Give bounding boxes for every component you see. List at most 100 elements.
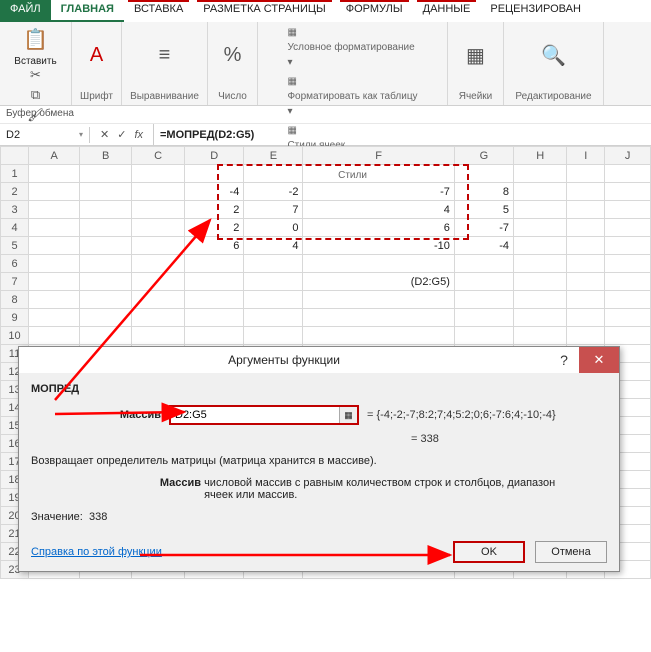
cell[interactable] <box>514 291 567 309</box>
col-header[interactable]: A <box>29 147 80 165</box>
cell[interactable] <box>80 183 131 201</box>
cell[interactable]: 7 <box>244 201 303 219</box>
cell[interactable] <box>131 273 184 291</box>
tab-insert[interactable]: ВСТАВКА <box>124 0 193 22</box>
cell[interactable] <box>131 327 184 345</box>
cell[interactable] <box>131 219 184 237</box>
cell[interactable] <box>244 309 303 327</box>
cell[interactable] <box>567 165 605 183</box>
cell[interactable]: -2 <box>244 183 303 201</box>
font-group[interactable]: A <box>83 25 111 89</box>
cell[interactable] <box>244 165 303 183</box>
cell[interactable] <box>80 201 131 219</box>
cell[interactable] <box>185 273 244 291</box>
cell[interactable] <box>131 201 184 219</box>
col-header[interactable]: H <box>514 147 567 165</box>
cell[interactable] <box>303 327 454 345</box>
tab-home[interactable]: ГЛАВНАЯ <box>51 0 124 22</box>
tab-file[interactable]: ФАЙЛ <box>0 0 51 22</box>
col-header[interactable]: I <box>567 147 605 165</box>
cell[interactable] <box>567 309 605 327</box>
cell[interactable] <box>454 291 513 309</box>
cell[interactable] <box>303 165 454 183</box>
range-picker-icon[interactable]: ▦ <box>339 407 357 423</box>
cell[interactable] <box>605 237 651 255</box>
tab-data[interactable]: ДАННЫЕ <box>413 0 481 22</box>
row-header[interactable]: 9 <box>1 309 29 327</box>
cell[interactable] <box>131 237 184 255</box>
cell[interactable] <box>514 327 567 345</box>
cell[interactable] <box>80 291 131 309</box>
tab-formulas[interactable]: ФОРМУЛЫ <box>336 0 413 22</box>
col-header[interactable]: G <box>454 147 513 165</box>
cell[interactable]: (D2:G5) <box>303 273 454 291</box>
enter-formula-icon[interactable]: ✓ <box>117 128 126 141</box>
cell[interactable] <box>80 237 131 255</box>
cell[interactable] <box>454 165 513 183</box>
cell[interactable]: 2 <box>185 219 244 237</box>
cell[interactable] <box>29 255 80 273</box>
cell[interactable] <box>567 291 605 309</box>
cell[interactable] <box>567 237 605 255</box>
dialog-titlebar[interactable]: Аргументы функции ? ✕ <box>19 347 619 373</box>
cell[interactable] <box>244 327 303 345</box>
cell[interactable] <box>29 309 80 327</box>
cell[interactable] <box>80 165 131 183</box>
row-header[interactable]: 8 <box>1 291 29 309</box>
cell[interactable] <box>185 165 244 183</box>
copy-icon[interactable]: ⧉ <box>31 87 40 103</box>
help-icon[interactable]: ? <box>549 352 579 368</box>
cell[interactable] <box>29 219 80 237</box>
cell[interactable] <box>29 327 80 345</box>
col-header[interactable]: B <box>80 147 131 165</box>
cell[interactable] <box>131 291 184 309</box>
cell[interactable] <box>244 273 303 291</box>
cell[interactable] <box>185 291 244 309</box>
cell[interactable] <box>80 219 131 237</box>
cell[interactable] <box>514 309 567 327</box>
editing-group[interactable]: 🔍 <box>540 25 568 89</box>
cell[interactable] <box>605 201 651 219</box>
col-header[interactable]: E <box>244 147 303 165</box>
cell[interactable] <box>29 291 80 309</box>
row-header[interactable]: 4 <box>1 219 29 237</box>
cell[interactable]: 4 <box>244 237 303 255</box>
cell[interactable] <box>29 273 80 291</box>
conditional-formatting[interactable]: ▦ Условное форматирование ▾ <box>287 25 414 70</box>
cell[interactable]: 8 <box>454 183 513 201</box>
cell[interactable] <box>567 273 605 291</box>
cell[interactable]: -7 <box>303 183 454 201</box>
help-link[interactable]: Справка по этой функции <box>31 546 162 558</box>
tab-page-layout[interactable]: РАЗМЕТКА СТРАНИЦЫ <box>193 0 335 22</box>
cell[interactable] <box>567 327 605 345</box>
row-header[interactable]: 6 <box>1 255 29 273</box>
cell[interactable] <box>454 273 513 291</box>
row-header[interactable]: 2 <box>1 183 29 201</box>
cell[interactable] <box>514 273 567 291</box>
name-box[interactable]: D2 <box>0 127 90 143</box>
cell[interactable] <box>605 291 651 309</box>
cell[interactable] <box>567 255 605 273</box>
cell[interactable] <box>514 201 567 219</box>
cell[interactable] <box>454 327 513 345</box>
row-header[interactable]: 3 <box>1 201 29 219</box>
cell[interactable] <box>185 255 244 273</box>
col-header[interactable]: C <box>131 147 184 165</box>
cell[interactable] <box>567 183 605 201</box>
cell[interactable]: 4 <box>303 201 454 219</box>
cell[interactable] <box>514 219 567 237</box>
row-header[interactable]: 7 <box>1 273 29 291</box>
ok-button[interactable]: OK <box>453 541 525 563</box>
col-header[interactable]: D <box>185 147 244 165</box>
cell[interactable]: -10 <box>303 237 454 255</box>
cell[interactable] <box>605 309 651 327</box>
cell[interactable] <box>454 309 513 327</box>
cell[interactable] <box>131 309 184 327</box>
cell[interactable] <box>514 183 567 201</box>
cell[interactable] <box>29 201 80 219</box>
cell[interactable] <box>185 327 244 345</box>
row-header[interactable]: 5 <box>1 237 29 255</box>
cell[interactable]: 6 <box>303 219 454 237</box>
cell[interactable]: -4 <box>185 183 244 201</box>
cell[interactable] <box>514 237 567 255</box>
